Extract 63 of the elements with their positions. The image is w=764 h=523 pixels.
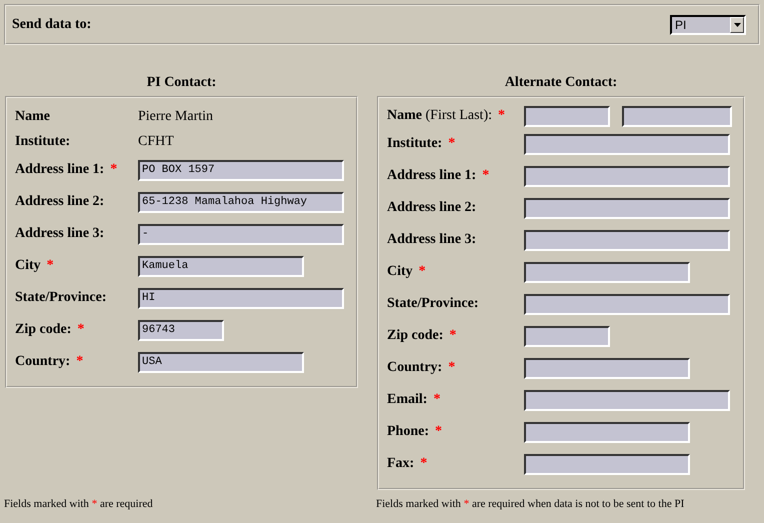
field-label: Country: — [387, 360, 442, 376]
field-label: City — [15, 258, 41, 274]
input-field[interactable] — [524, 294, 730, 314]
field-label: Name — [15, 108, 50, 124]
field-value: CFHT — [138, 134, 174, 150]
field-label: Zip code: — [387, 328, 444, 344]
field-label: Name (First Last): — [387, 108, 492, 124]
field-label: Address line 3: — [15, 226, 104, 242]
required-mark: * — [435, 424, 442, 440]
field-label: Address line 3: — [387, 232, 476, 248]
field-label: Fax: — [387, 456, 414, 472]
required-mark: * — [433, 392, 440, 408]
input-field[interactable] — [524, 134, 730, 154]
input-field[interactable]: 96743 — [138, 320, 224, 340]
input-field[interactable] — [524, 358, 690, 378]
required-mark: * — [46, 258, 54, 274]
input-field[interactable] — [524, 454, 690, 474]
dropdown-arrow-icon — [734, 22, 740, 26]
input-field[interactable]: PO BOX 1597 — [138, 160, 344, 180]
required-mark: * — [418, 264, 426, 280]
first-name-field[interactable] — [524, 106, 610, 126]
last-name-field[interactable] — [622, 106, 732, 126]
field-label: State/Province: — [387, 296, 478, 312]
input-field[interactable] — [524, 422, 690, 442]
required-mark: * — [498, 108, 505, 124]
input-field[interactable]: 65-1238 Mamalahoa Highway — [138, 192, 344, 212]
field-label: Phone: — [387, 424, 429, 440]
required-mark: * — [110, 162, 118, 178]
required-mark: * — [448, 136, 456, 152]
required-mark: * — [448, 360, 456, 376]
field-label: Institute: — [387, 136, 442, 152]
field-label: Address line 1: — [387, 168, 476, 184]
field-label: Address line 2: — [387, 200, 476, 216]
send-data-label: Send data to: — [12, 16, 92, 32]
input-field[interactable]: Kamuela — [138, 256, 304, 276]
field-label: Country: — [15, 354, 70, 370]
input-field[interactable]: HI — [138, 288, 344, 308]
input-field[interactable] — [524, 262, 690, 282]
required-mark: * — [482, 168, 490, 184]
input-field[interactable] — [524, 198, 730, 218]
input-field[interactable] — [524, 390, 730, 410]
required-mark: * — [76, 354, 84, 370]
field-label: Zip code: — [15, 322, 72, 338]
input-field[interactable] — [524, 166, 730, 186]
field-label: Address line 1: — [15, 162, 104, 178]
required-note: Fields marked with * are required — [4, 498, 153, 510]
input-field[interactable] — [524, 326, 610, 346]
required-mark: * — [77, 322, 84, 338]
input-field[interactable] — [524, 230, 730, 250]
required-note: Fields marked with * are required when data is not to be sent to the PI — [376, 498, 684, 510]
field-label: Email: — [387, 392, 428, 408]
input-field[interactable]: - — [138, 224, 344, 244]
required-mark: * — [420, 456, 428, 472]
field-label: Institute: — [15, 134, 70, 150]
section-heading: PI Contact: — [146, 75, 216, 91]
field-label: Address line 2: — [15, 194, 104, 210]
field-label: State/Province: — [15, 290, 106, 306]
send-to-dropdown[interactable]: PI — [670, 14, 746, 34]
input-field[interactable]: USA — [138, 352, 304, 372]
field-value: Pierre Martin — [138, 108, 214, 124]
required-mark: * — [449, 328, 456, 344]
field-label: City — [387, 264, 413, 280]
section-heading: Alternate Contact: — [504, 75, 618, 91]
